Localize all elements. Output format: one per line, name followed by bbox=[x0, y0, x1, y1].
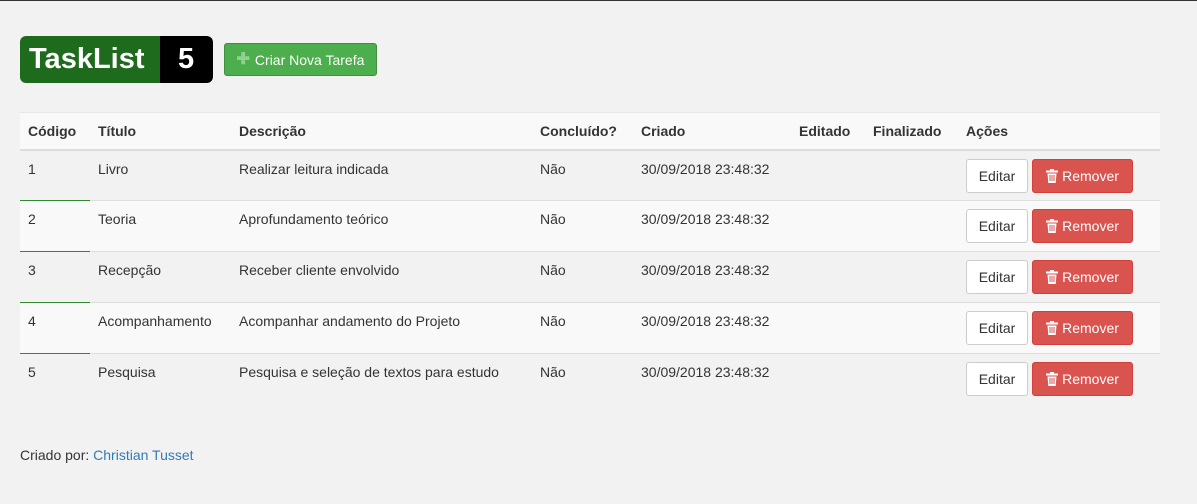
cell-finished bbox=[865, 149, 958, 201]
cell-actions: Editar Remover bbox=[958, 302, 1160, 354]
cell-edited bbox=[791, 251, 865, 303]
cell-code: 3 bbox=[20, 251, 90, 303]
cell-description: Pesquisa e seleção de textos para estudo bbox=[231, 353, 532, 405]
cell-done: Não bbox=[532, 353, 633, 405]
trash-icon bbox=[1046, 270, 1059, 284]
edit-button[interactable]: Editar bbox=[966, 311, 1028, 345]
cell-done: Não bbox=[532, 149, 633, 201]
remove-label: Remover bbox=[1062, 218, 1119, 234]
cell-actions: Editar Remover bbox=[958, 149, 1160, 201]
row-actions: Editar Remover bbox=[966, 362, 1152, 396]
remove-button[interactable]: Remover bbox=[1032, 209, 1133, 243]
remove-button[interactable]: Remover bbox=[1032, 158, 1133, 193]
cell-actions: Editar Remover bbox=[958, 353, 1160, 405]
table-row: 1 Livro Realizar leitura indicada Não 30/09/… bbox=[20, 149, 1160, 201]
cell-edited bbox=[791, 353, 865, 405]
remove-label: Remover bbox=[1062, 371, 1119, 387]
plus-icon: ✚ bbox=[236, 50, 250, 68]
table-row: 2 Teoria Aprofundamento teórico Não 30/09/20… bbox=[20, 200, 1160, 252]
row-actions: Editar Remover bbox=[966, 311, 1152, 345]
cell-title: Recepção bbox=[90, 251, 231, 303]
footer-prefix: Criado por: bbox=[20, 447, 90, 463]
col-header-created: Criado bbox=[633, 112, 791, 151]
remove-label: Remover bbox=[1062, 320, 1119, 336]
table-row: 3 Recepção Receber cliente envolvido Não 30/… bbox=[20, 251, 1160, 303]
cell-actions: Editar Remover bbox=[958, 251, 1160, 303]
col-header-finished: Finalizado bbox=[865, 112, 958, 151]
cell-title: Pesquisa bbox=[90, 353, 231, 405]
cell-done: Não bbox=[532, 251, 633, 303]
cell-title: Teoria bbox=[90, 200, 231, 252]
remove-button[interactable]: Remover bbox=[1032, 311, 1133, 345]
cell-finished bbox=[865, 302, 958, 354]
col-header-description: Descrição bbox=[231, 112, 532, 151]
edit-button[interactable]: Editar bbox=[966, 209, 1028, 243]
trash-icon bbox=[1046, 219, 1059, 233]
trash-icon bbox=[1046, 372, 1059, 386]
col-header-code: Código bbox=[20, 112, 90, 151]
remove-button[interactable]: Remover bbox=[1032, 362, 1133, 396]
col-header-done: Concluído? bbox=[532, 112, 633, 151]
cell-created: 30/09/2018 23:48:32 bbox=[633, 353, 791, 405]
cell-finished bbox=[865, 353, 958, 405]
col-header-edited: Editado bbox=[791, 112, 865, 151]
edit-button[interactable]: Editar bbox=[966, 362, 1028, 396]
row-actions: Editar Remover bbox=[966, 260, 1152, 294]
cell-description: Realizar leitura indicada bbox=[231, 149, 532, 201]
tasks-table: Código Título Descrição Concluído? Criad… bbox=[20, 112, 1160, 405]
edit-button[interactable]: Editar bbox=[966, 260, 1028, 294]
remove-button[interactable]: Remover bbox=[1032, 260, 1133, 294]
cell-title: Acompanhamento bbox=[90, 302, 231, 354]
cell-edited bbox=[791, 302, 865, 354]
cell-created: 30/09/2018 23:48:32 bbox=[633, 200, 791, 252]
cell-code: 4 bbox=[20, 302, 90, 354]
col-header-title: Título bbox=[90, 112, 231, 151]
table-row: 5 Pesquisa Pesquisa e seleção de textos pa… bbox=[20, 353, 1160, 405]
cell-done: Não bbox=[532, 302, 633, 354]
cell-created: 30/09/2018 23:48:32 bbox=[633, 251, 791, 303]
cell-title: Livro bbox=[90, 149, 231, 201]
brand-name: TaskList bbox=[20, 36, 160, 83]
brand-logo: TaskList 5 bbox=[20, 36, 213, 83]
row-actions: Editar Remover bbox=[966, 209, 1152, 243]
cell-created: 30/09/2018 23:48:32 bbox=[633, 149, 791, 201]
create-task-button[interactable]: ✚ Criar Nova Tarefa bbox=[223, 43, 378, 76]
cell-code: 1 bbox=[20, 149, 90, 201]
cell-finished bbox=[865, 200, 958, 252]
cell-edited bbox=[791, 149, 865, 201]
cell-done: Não bbox=[532, 200, 633, 252]
remove-label: Remover bbox=[1062, 167, 1119, 184]
cell-description: Receber cliente envolvido bbox=[231, 251, 532, 303]
remove-label: Remover bbox=[1062, 269, 1119, 285]
page-header: TaskList 5 ✚ Criar Nova Tarefa bbox=[20, 36, 378, 83]
footer: Criado por: Christian Tusset bbox=[20, 447, 194, 463]
cell-created: 30/09/2018 23:48:32 bbox=[633, 302, 791, 354]
cell-finished bbox=[865, 251, 958, 303]
row-actions: Editar Remover bbox=[966, 158, 1152, 193]
create-task-label: Criar Nova Tarefa bbox=[254, 51, 365, 68]
cell-edited bbox=[791, 200, 865, 252]
cell-code: 2 bbox=[20, 200, 90, 252]
trash-icon bbox=[1046, 321, 1059, 335]
table-header-row: Código Título Descrição Concluído? Criad… bbox=[20, 112, 1160, 151]
edit-button[interactable]: Editar bbox=[966, 158, 1028, 193]
author-link[interactable]: Christian Tusset bbox=[93, 447, 193, 463]
cell-description: Acompanhar andamento do Projeto bbox=[231, 302, 532, 354]
cell-description: Aprofundamento teórico bbox=[231, 200, 532, 252]
table-row: 4 Acompanhamento Acompanhar andamento do P… bbox=[20, 302, 1160, 354]
col-header-actions: Ações bbox=[958, 112, 1160, 151]
cell-code: 5 bbox=[20, 353, 90, 405]
trash-icon bbox=[1046, 168, 1059, 183]
cell-actions: Editar Remover bbox=[958, 200, 1160, 252]
task-count-badge: 5 bbox=[159, 36, 213, 83]
